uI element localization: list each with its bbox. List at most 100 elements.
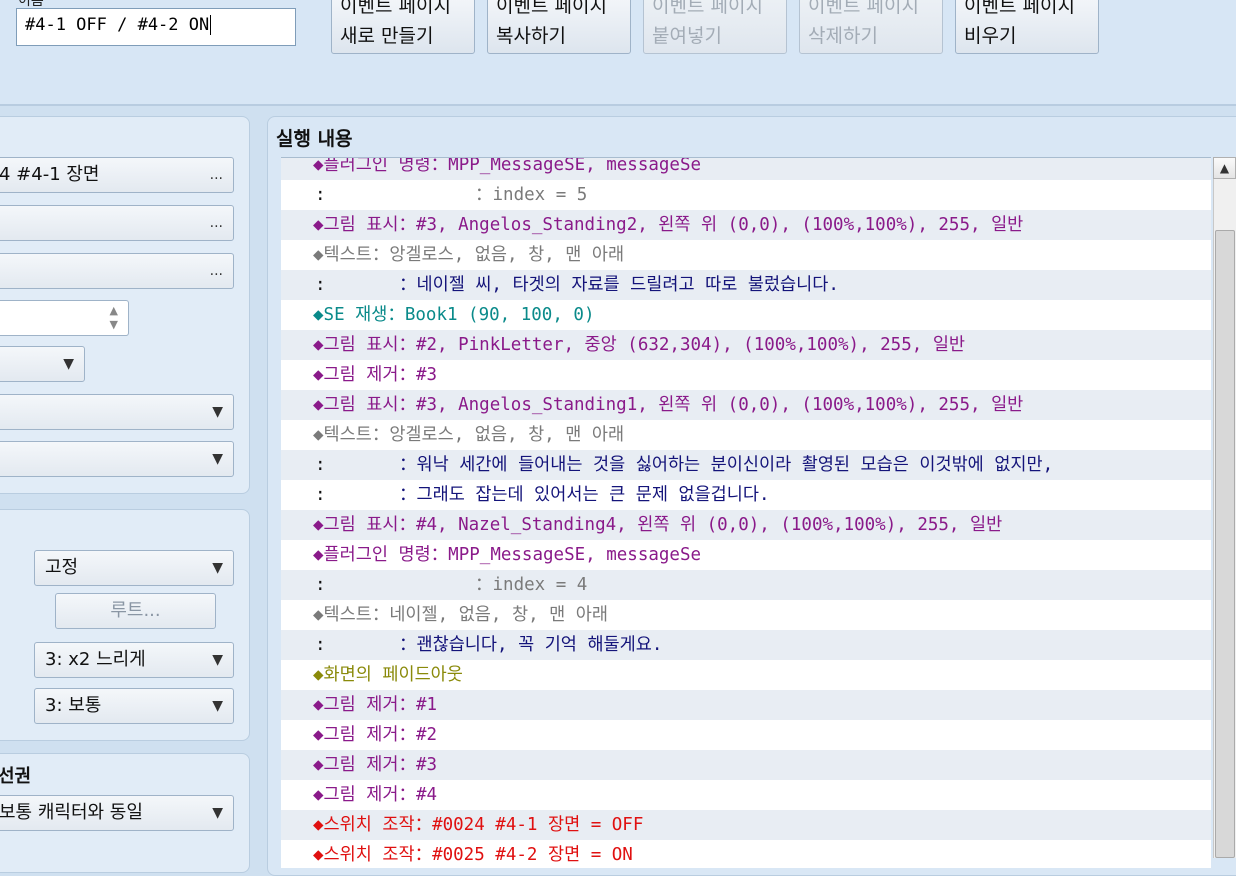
- command-text: ◆화면의 페이드아웃: [313, 665, 463, 685]
- command-text: ◆그림 제거：#1: [313, 695, 438, 715]
- command-row[interactable]: ◆플러그인 명령：MPP_MessageSE, messageSe: [281, 540, 1211, 570]
- delete-page-button[interactable]: 이벤트 페이지 삭제하기: [799, 0, 943, 54]
- item-dropdown[interactable]: ▼: [0, 394, 234, 430]
- button-line: 이벤트 페이지: [652, 0, 763, 17]
- spin-down-icon[interactable]: ▼: [110, 318, 118, 331]
- command-row[interactable]: ◆그림 표시：#3, Angelos_Standing2, 왼쪽 위 (0,0)…: [281, 210, 1211, 240]
- command-row[interactable]: : ：네이젤 씨, 타겟의 자료를 드릴려고 따로 불렀습니다.: [281, 270, 1211, 300]
- chevron-down-icon: ▼: [212, 652, 223, 668]
- command-row[interactable]: ◆스위치 조작：#0025 #4-2 장면 = ON: [281, 840, 1211, 868]
- speed-dropdown[interactable]: 3: x2 느리게 ▼: [34, 642, 234, 678]
- command-text: ◆플러그인 명령：MPP_MessageSE, messageSe: [313, 545, 702, 565]
- command-row[interactable]: ◆텍스트：앙겔로스, 없음, 창, 맨 아래: [281, 240, 1211, 270]
- command-text: ◆그림 제거：#2: [313, 725, 438, 745]
- continuation-marker: :: [315, 455, 326, 475]
- switch1-selector[interactable]: 4 #4-1 장면 ...: [0, 157, 234, 193]
- command-text: ◆그림 제거：#3: [313, 755, 438, 775]
- command-row[interactable]: ◆텍스트：앙겔로스, 없음, 창, 맨 아래: [281, 420, 1211, 450]
- command-text: ◆그림 표시：#4, Nazel_Standing4, 왼쪽 위 (0,0), …: [313, 515, 1003, 535]
- command-row[interactable]: ◆그림 표시：#4, Nazel_Standing4, 왼쪽 위 (0,0), …: [281, 510, 1211, 540]
- arrow-up-icon: ▲: [1219, 161, 1230, 175]
- button-line: 새로 만들기: [340, 25, 434, 47]
- button-line: 이벤트 페이지: [808, 0, 919, 17]
- command-row[interactable]: ◆화면의 페이드아웃: [281, 660, 1211, 690]
- command-row[interactable]: : ：index = 5: [281, 180, 1211, 210]
- route-button[interactable]: 루트...: [55, 593, 216, 629]
- event-name-value: #4-1 OFF / #4-2 ON: [25, 15, 210, 35]
- continuation-marker: :: [315, 485, 326, 505]
- contents-title: 실행 내용: [276, 128, 353, 150]
- text-caret: [210, 15, 212, 35]
- scrollbar-thumb[interactable]: [1215, 230, 1235, 858]
- command-row[interactable]: ◆스위치 조작：#0024 #4-1 장면 = OFF: [281, 810, 1211, 840]
- switch2-selector[interactable]: ...: [0, 205, 234, 241]
- button-line: 이벤트 페이지: [340, 0, 451, 17]
- switch1-value: 4 #4-1 장면: [0, 164, 100, 185]
- command-text: ◆그림 표시：#2, PinkLetter, 중앙 (632,304), (10…: [313, 335, 966, 355]
- event-name-input[interactable]: #4-1 OFF / #4-2 ON: [16, 8, 296, 46]
- button-line: 비우기: [964, 25, 1017, 47]
- command-row[interactable]: ◆그림 제거：#3: [281, 750, 1211, 780]
- command-text: ◆스위치 조작：#0025 #4-2 장면 = ON: [313, 845, 633, 865]
- command-row[interactable]: ◆그림 제거：#3: [281, 360, 1211, 390]
- paste-page-button[interactable]: 이벤트 페이지 붙여넣기: [643, 0, 787, 54]
- ellipsis-icon: ...: [209, 215, 223, 231]
- continuation-marker: :: [315, 635, 326, 655]
- scroll-up-button[interactable]: ▲: [1213, 157, 1236, 179]
- route-button-label: 루트...: [110, 600, 161, 621]
- frequency-dropdown[interactable]: 3: 보통 ▼: [34, 688, 234, 724]
- chevron-down-icon: ▼: [212, 805, 223, 821]
- command-row[interactable]: ◆플러그인 명령：MPP_MessageSE, messageSe: [281, 157, 1211, 180]
- command-list[interactable]: ◆플러그인 명령：MPP_MessageSE, messageSe: ：index…: [281, 157, 1211, 868]
- command-text: ◆그림 표시：#3, Angelos_Standing2, 왼쪽 위 (0,0)…: [313, 215, 1024, 235]
- command-row[interactable]: : ：워낙 세간에 들어내는 것을 싫어하는 분이신이라 촬영된 모습은 이것밖에…: [281, 450, 1211, 480]
- continuation-marker: :: [315, 575, 326, 595]
- priority-dropdown[interactable]: 보통 캐릭터와 동일 ▼: [0, 795, 234, 831]
- clear-page-button[interactable]: 이벤트 페이지 비우기: [955, 0, 1099, 54]
- command-row[interactable]: ◆그림 제거：#4: [281, 780, 1211, 810]
- command-text: ：index = 5: [475, 185, 588, 205]
- chevron-down-icon: ▼: [212, 451, 223, 467]
- command-row[interactable]: ◆그림 표시：#3, Angelos_Standing1, 왼쪽 위 (0,0)…: [281, 390, 1211, 420]
- spin-up-icon[interactable]: ▲: [110, 304, 118, 317]
- button-line: 이벤트 페이지: [496, 0, 607, 17]
- movement-type-dropdown[interactable]: 고정 ▼: [34, 550, 234, 586]
- command-text: ◆텍스트：앙겔로스, 없음, 창, 맨 아래: [313, 425, 625, 445]
- command-text: ：괜찮습니다, 꼭 기억 해둘게요.: [399, 635, 663, 655]
- variable-value-spinner[interactable]: ▲ ▼: [0, 300, 129, 336]
- self-switch-dropdown[interactable]: ▼: [0, 346, 85, 382]
- command-row[interactable]: : ：그래도 잡는데 있어서는 큰 문제 없을겁니다.: [281, 480, 1211, 510]
- copy-page-button[interactable]: 이벤트 페이지 복사하기: [487, 0, 631, 54]
- command-text: ：index = 4: [475, 575, 588, 595]
- button-line: 이벤트 페이지: [964, 0, 1075, 17]
- command-row[interactable]: ◆텍스트：네이젤, 없음, 창, 맨 아래: [281, 600, 1211, 630]
- command-text: ：네이젤 씨, 타겟의 자료를 드릴려고 따로 불렀습니다.: [399, 275, 839, 295]
- command-row[interactable]: ◆그림 제거：#2: [281, 720, 1211, 750]
- command-row[interactable]: ◆그림 제거：#1: [281, 690, 1211, 720]
- continuation-marker: :: [315, 275, 326, 295]
- movement-type-value: 고정: [45, 557, 79, 578]
- speed-value: 3: x2 느리게: [45, 649, 146, 670]
- chevron-down-icon: ▼: [212, 698, 223, 714]
- command-text: ◆스위치 조작：#0024 #4-1 장면 = OFF: [313, 815, 644, 835]
- command-row[interactable]: : ：괜찮습니다, 꼭 기억 해둘게요.: [281, 630, 1211, 660]
- chevron-down-icon: ▼: [212, 404, 223, 420]
- actor-dropdown[interactable]: ▼: [0, 441, 234, 477]
- command-row[interactable]: ◆SE 재생：Book1 (90, 100, 0): [281, 300, 1211, 330]
- new-page-button[interactable]: 이벤트 페이지 새로 만들기: [331, 0, 475, 54]
- button-line: 붙여넣기: [652, 25, 722, 47]
- command-row[interactable]: ◆그림 표시：#2, PinkLetter, 중앙 (632,304), (10…: [281, 330, 1211, 360]
- variable-selector[interactable]: ...: [0, 253, 234, 289]
- chevron-down-icon: ▼: [212, 560, 223, 576]
- divider: [0, 104, 1236, 106]
- command-text: ◆그림 표시：#3, Angelos_Standing1, 왼쪽 위 (0,0)…: [313, 395, 1024, 415]
- ellipsis-icon: ...: [209, 167, 223, 183]
- priority-title: 선권: [0, 766, 32, 787]
- frequency-value: 3: 보통: [45, 695, 102, 716]
- command-text: ◆플러그인 명령：MPP_MessageSE, messageSe: [313, 157, 702, 175]
- chevron-down-icon: ▼: [63, 356, 74, 372]
- command-text: ◆SE 재생：Book1 (90, 100, 0): [313, 305, 595, 325]
- command-row[interactable]: : ：index = 4: [281, 570, 1211, 600]
- command-text: ：워낙 세간에 들어내는 것을 싫어하는 분이신이라 촬영된 모습은 이것밖에 …: [399, 455, 1054, 475]
- button-line: 복사하기: [496, 25, 566, 47]
